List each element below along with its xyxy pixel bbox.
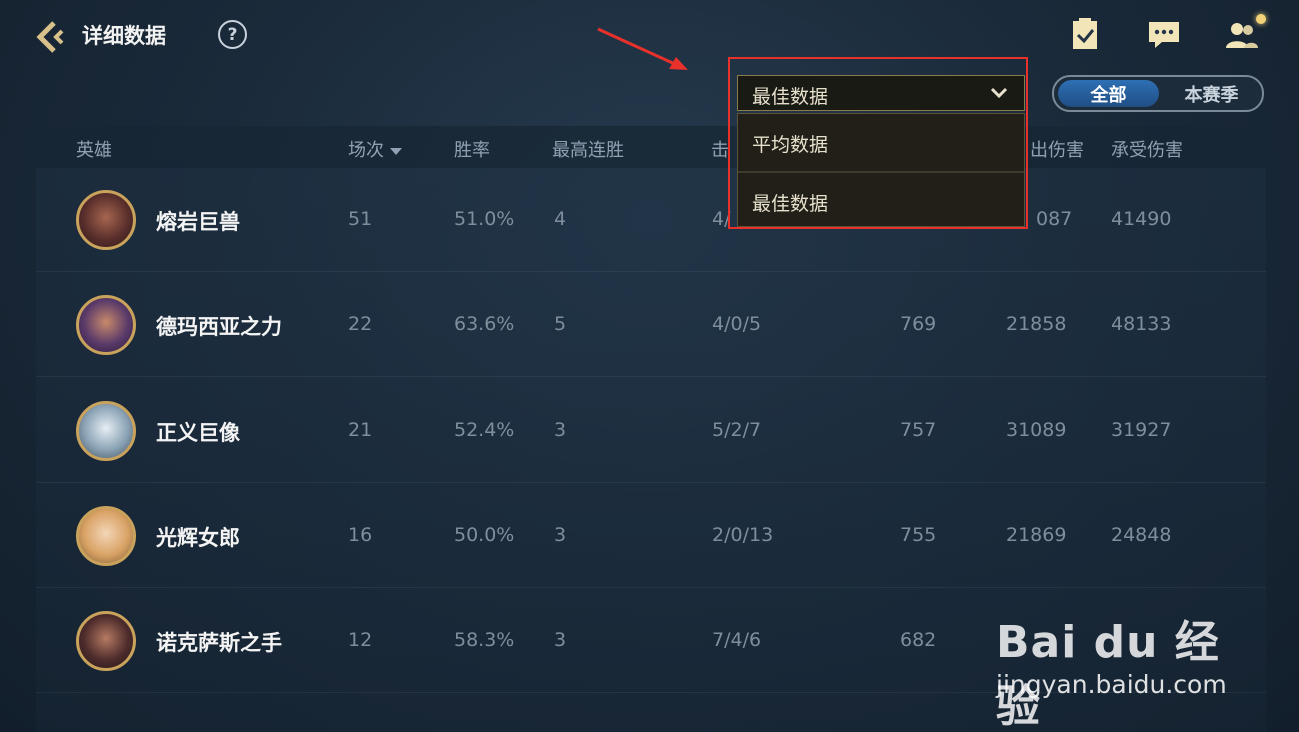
cell-streak: 3 — [554, 419, 567, 441]
chat-icon — [1149, 22, 1179, 48]
baidu-watermark: Bai du 经验 jingyan.baidu.com — [996, 590, 1236, 732]
col-games-label: 场次 — [348, 140, 384, 161]
sort-desc-icon — [390, 147, 402, 155]
hero-name: 熔岩巨兽 — [156, 210, 240, 234]
cell-streak: 3 — [554, 629, 567, 651]
table-row[interactable]: 光辉女郎 16 50.0% 3 2/0/13 755 21869 24848 — [36, 484, 1266, 588]
cell-streak: 5 — [554, 313, 567, 335]
cell-gold: 755 — [900, 524, 937, 546]
cell-games: 21 — [348, 419, 373, 441]
hero-avatar — [76, 401, 136, 461]
back-arrow-icon — [36, 21, 64, 53]
watermark-url: jingyan.baidu.com — [996, 670, 1227, 699]
hero-avatar — [76, 190, 136, 250]
cell-games: 16 — [348, 524, 373, 546]
friends-icon — [1226, 23, 1258, 48]
checklist-button[interactable] — [1068, 18, 1104, 52]
cell-damage: 21858 — [1006, 313, 1067, 335]
notification-dot — [1256, 14, 1266, 24]
col-hero: 英雄 — [76, 140, 112, 161]
hero-avatar — [76, 506, 136, 566]
cell-taken: 41490 — [1111, 208, 1172, 230]
toggle-all-button[interactable]: 全部 — [1058, 80, 1159, 107]
col-taken: 承受伤害 — [1111, 140, 1183, 161]
cell-winrate: 58.3% — [454, 629, 515, 651]
cell-taken: 24848 — [1111, 524, 1172, 546]
cell-damage: 087 — [1036, 208, 1073, 230]
back-button[interactable] — [32, 17, 72, 57]
toggle-season-button[interactable]: 本赛季 — [1161, 80, 1262, 107]
cell-streak: 4 — [554, 208, 567, 230]
hero-name: 正义巨像 — [156, 421, 240, 445]
season-toggle: 全部 本赛季 — [1052, 75, 1264, 112]
chat-button[interactable] — [1146, 18, 1182, 52]
col-damage: 出伤害 — [1030, 140, 1084, 161]
col-winrate: 胜率 — [454, 140, 490, 161]
hero-name: 光辉女郎 — [156, 526, 240, 550]
hero-name: 诺克萨斯之手 — [156, 631, 282, 655]
page-title: 详细数据 — [82, 24, 166, 48]
cell-games: 22 — [348, 313, 373, 335]
cell-winrate: 63.6% — [454, 313, 515, 335]
cell-gold: 757 — [900, 419, 937, 441]
table-row[interactable]: 正义巨像 21 52.4% 3 5/2/7 757 31089 31927 — [36, 379, 1266, 483]
hero-name: 德玛西亚之力 — [156, 315, 282, 339]
cell-kda: 7/4/6 — [712, 629, 762, 651]
cell-games: 51 — [348, 208, 373, 230]
cell-damage: 21869 — [1006, 524, 1067, 546]
col-kda: 击 — [711, 140, 729, 161]
cell-taken: 31927 — [1111, 419, 1172, 441]
hero-avatar — [76, 295, 136, 355]
cell-games: 12 — [348, 629, 373, 651]
cell-winrate: 51.0% — [454, 208, 515, 230]
cell-streak: 3 — [554, 524, 567, 546]
checklist-icon — [1073, 18, 1097, 49]
cell-gold: 682 — [900, 629, 937, 651]
table-row[interactable]: 德玛西亚之力 22 63.6% 5 4/0/5 769 21858 48133 — [36, 273, 1266, 377]
col-streak: 最高连胜 — [552, 140, 624, 161]
col-games-sortable[interactable]: 场次 — [348, 136, 402, 162]
help-icon[interactable]: ? — [218, 20, 247, 49]
cell-taken: 48133 — [1111, 313, 1172, 335]
friends-button[interactable] — [1224, 18, 1260, 52]
hero-avatar — [76, 611, 136, 671]
cell-gold: 769 — [900, 313, 937, 335]
annotation-arrow-icon — [597, 27, 688, 70]
cell-damage: 31089 — [1006, 419, 1067, 441]
cell-kda: 2/0/13 — [712, 524, 774, 546]
cell-kda: 5/2/7 — [712, 419, 762, 441]
cell-kda: 4/0/5 — [712, 313, 762, 335]
annotation-highlight-box — [728, 57, 1028, 229]
table-row[interactable]: 熔岩巨兽 51 51.0% 4 4/ 087 41490 — [36, 168, 1266, 272]
cell-winrate: 52.4% — [454, 419, 515, 441]
cell-winrate: 50.0% — [454, 524, 515, 546]
watermark-logo: Bai du 经验 — [996, 617, 1220, 732]
